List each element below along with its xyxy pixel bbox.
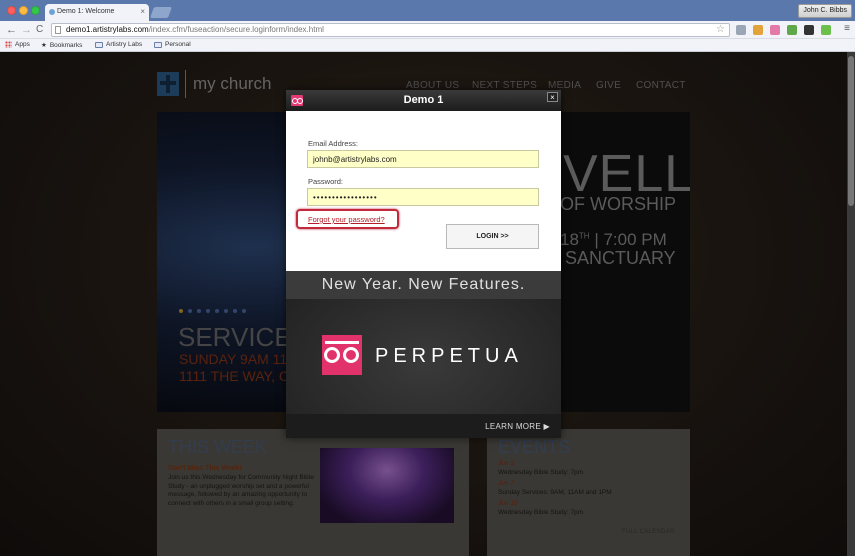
scrollbar-thumb[interactable] [848,56,854,206]
new-tab-button[interactable] [149,7,173,18]
browser-toolbar: ← → C demo1.artistrylabs.com/index.cfm/f… [0,21,855,39]
zoom-window-button[interactable] [31,6,40,15]
forward-icon[interactable]: → [21,23,32,37]
extension-icon[interactable] [804,25,814,35]
address-bar[interactable]: demo1.artistrylabs.com/index.cfm/fuseact… [51,23,730,37]
promo-banner[interactable]: New Year. New Features. PERPETUA LEARN M… [286,271,561,438]
email-label: Email Address: [308,139,359,148]
url-host: demo1.artistrylabs.com [66,25,149,34]
password-field[interactable] [307,188,539,206]
folder-icon [154,41,162,48]
extension-icon[interactable] [753,25,763,35]
close-window-button[interactable] [7,6,16,15]
forgot-password-link[interactable]: Forgot your password? [308,215,385,224]
learn-more-button[interactable]: LEARN MORE ▶ [485,422,550,431]
web-page: my church ABOUT US NEXT STEPS MEDIA GIVE… [0,52,855,556]
browser-tab[interactable]: Demo 1: Welcome × [45,4,149,21]
favicon-icon [49,9,55,15]
bookmark-bookmarks[interactable]: ★ Bookmarks [41,41,82,50]
brand-name: PERPETUA [375,345,523,367]
page-scrollbar[interactable] [847,52,855,556]
url-path: /index.cfm/fuseaction/secure.loginform/i… [148,25,324,34]
apps-icon [5,41,12,48]
tab-title: Demo 1: Welcome [57,8,115,15]
perpetua-logo-icon [322,335,362,375]
email-field[interactable] [307,150,539,168]
bookmark-personal[interactable]: Personal [154,41,191,48]
bookmark-apps[interactable]: Apps [5,41,30,48]
bookmarks-bar: Apps ★ Bookmarks Artistry Labs Personal [0,39,855,52]
bookmark-star-icon[interactable]: ☆ [716,24,725,36]
browser-tab-bar: Demo 1: Welcome × John C. Bibbs [0,0,855,21]
promo-headline: New Year. New Features. [321,276,526,293]
modal-title: Demo 1 [403,94,444,106]
extension-icon[interactable] [770,25,780,35]
tab-close-icon[interactable]: × [140,7,145,16]
extension-icon[interactable] [787,25,797,35]
profile-button[interactable]: John C. Bibbs [798,4,852,18]
back-icon[interactable]: ← [6,23,17,37]
menu-icon[interactable]: ≡ [844,23,850,34]
login-modal: Demo 1 × Email Address: Password: Forgot… [286,90,561,438]
folder-icon [95,41,103,48]
login-button[interactable]: LOGIN >> [446,224,539,249]
page-icon [55,26,61,34]
extension-icon[interactable] [821,25,831,35]
extension-icon[interactable] [736,25,746,35]
password-label: Password: [308,177,344,186]
star-icon: ★ [41,42,47,49]
reload-icon[interactable]: C [36,23,43,37]
modal-header: Demo 1 × [286,90,561,111]
minimize-window-button[interactable] [19,6,28,15]
bookmark-artistry-labs[interactable]: Artistry Labs [95,41,142,48]
close-icon[interactable]: × [547,92,558,102]
